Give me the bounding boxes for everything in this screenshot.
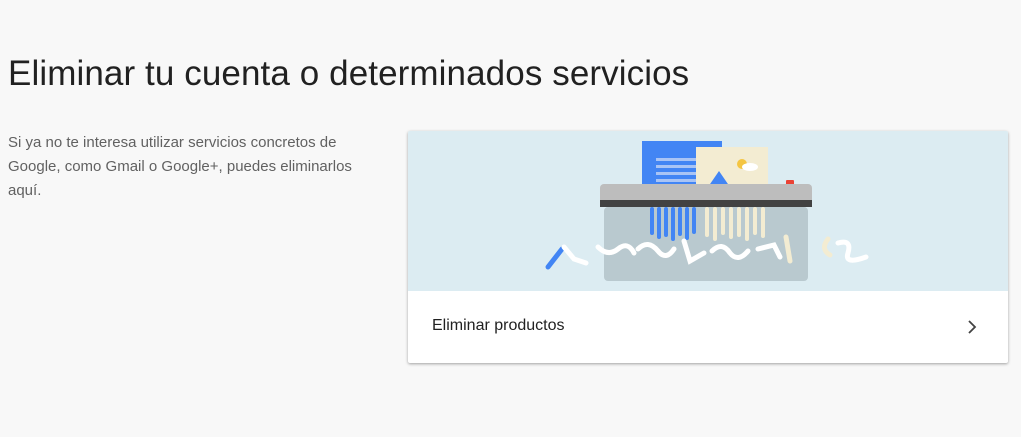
delete-products-card: Eliminar productos <box>408 131 1008 363</box>
paper-shredder-illustration <box>408 131 1008 291</box>
delete-products-link[interactable]: Eliminar productos <box>408 291 1008 363</box>
page-title: Eliminar tu cuenta o determinados servic… <box>8 54 690 93</box>
page-description: Si ya no te interesa utilizar servicios … <box>8 134 352 199</box>
chevron-right-icon <box>964 319 980 335</box>
delete-products-label: Eliminar productos <box>432 317 565 334</box>
page: Eliminar tu cuenta o determinados servic… <box>0 0 1021 437</box>
